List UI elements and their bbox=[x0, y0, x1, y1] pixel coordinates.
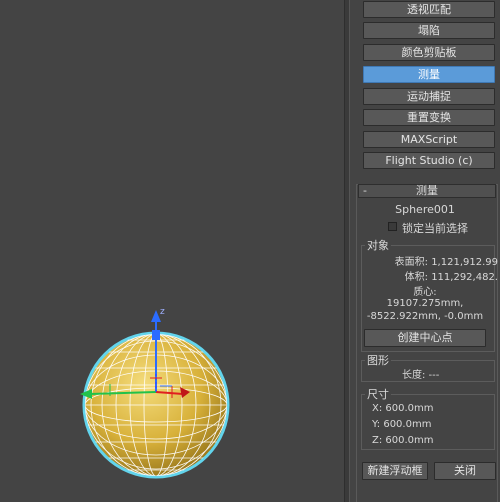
maxscript-button[interactable]: MAXScript bbox=[363, 131, 495, 148]
object-group-label: 对象 bbox=[365, 237, 391, 253]
motion-capture-button[interactable]: 运动捕捉 bbox=[363, 88, 495, 105]
center-of-mass-line1: 19107.275mm, bbox=[386, 298, 464, 309]
flight-studio-button[interactable]: Flight Studio (c) bbox=[363, 152, 495, 169]
sphere-object[interactable]: z bbox=[0, 0, 344, 502]
perspective-match-button[interactable]: 透视匹配 bbox=[363, 1, 495, 18]
measure-button[interactable]: 测量 bbox=[363, 66, 495, 83]
dimension-y: Y: 600.0mm bbox=[372, 419, 432, 430]
dimension-x: X: 600.0mm bbox=[372, 403, 434, 414]
measure-rollout-header[interactable]: - 测量 bbox=[358, 184, 496, 198]
new-floater-button[interactable]: 新建浮动框 bbox=[362, 462, 428, 480]
object-name: Sphere001 bbox=[395, 203, 455, 216]
gizmo-z-label: z bbox=[160, 307, 165, 317]
center-of-mass-label: 质心: bbox=[413, 287, 437, 298]
viewport[interactable]: z bbox=[0, 0, 344, 502]
rollout-title: 测量 bbox=[416, 184, 438, 197]
dimensions-group-label: 尺寸 bbox=[365, 386, 391, 402]
shape-group-label: 图形 bbox=[365, 352, 391, 368]
dimension-z: Z: 600.0mm bbox=[372, 435, 434, 446]
collapse-button[interactable]: 塌陷 bbox=[363, 22, 495, 39]
lock-selection-label: 锁定当前选择 bbox=[402, 222, 468, 235]
command-panel: 透视匹配 塌陷 颜色剪贴板 测量 运动捕捉 重置变换 MAXScript Fli… bbox=[350, 0, 500, 502]
reset-xform-button[interactable]: 重置变换 bbox=[363, 109, 495, 126]
length-value: 长度: --- bbox=[402, 370, 440, 381]
surface-area-value: 表面积: 1,121,912.99 bbox=[394, 257, 498, 268]
close-button[interactable]: 关闭 bbox=[434, 462, 496, 480]
center-of-mass-line2: -8522.922mm, -0.0mm bbox=[366, 311, 484, 322]
volume-value: 体积: 111,292,482. bbox=[404, 272, 498, 283]
create-center-point-button[interactable]: 创建中心点 bbox=[364, 329, 486, 347]
lock-selection-checkbox[interactable] bbox=[388, 222, 397, 231]
color-clipboard-button[interactable]: 颜色剪贴板 bbox=[363, 44, 495, 61]
